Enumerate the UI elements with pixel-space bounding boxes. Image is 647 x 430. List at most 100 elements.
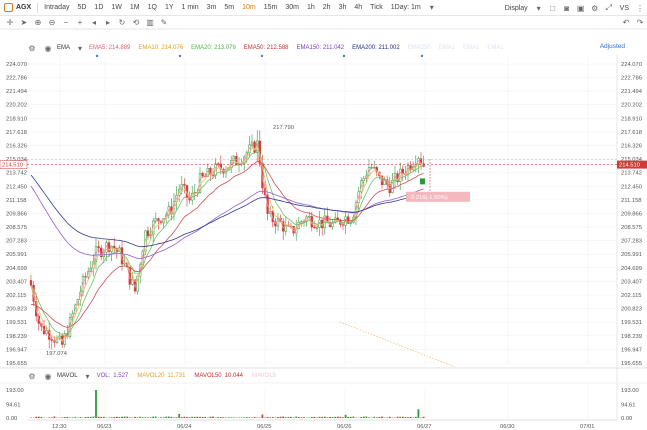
time-tick: 06/23 bbox=[97, 424, 112, 430]
volume-bar bbox=[261, 414, 264, 418]
volume-bar bbox=[113, 417, 116, 418]
volume-bar bbox=[74, 417, 77, 418]
candle bbox=[201, 173, 204, 177]
volume-bar bbox=[89, 416, 92, 418]
volume-bar bbox=[253, 416, 256, 418]
price-tick-right: 195.655 bbox=[621, 361, 642, 367]
volume-bar bbox=[48, 417, 51, 418]
volume-bar bbox=[201, 416, 204, 418]
volume-bar bbox=[115, 416, 118, 418]
candles bbox=[29, 130, 425, 350]
volume-bar bbox=[87, 416, 90, 418]
volume-bar bbox=[175, 417, 178, 418]
volume-bar bbox=[284, 417, 287, 418]
volume-bar bbox=[362, 416, 365, 418]
volume-bar bbox=[84, 417, 87, 418]
volume-bar bbox=[79, 417, 82, 418]
time-tick: 06/27 bbox=[417, 424, 432, 430]
time-tick: 12:30 bbox=[52, 424, 67, 430]
candle bbox=[276, 217, 280, 227]
volume-bar bbox=[422, 416, 425, 418]
volume-bar bbox=[282, 416, 285, 418]
volume-bar bbox=[386, 417, 389, 418]
candle bbox=[183, 184, 186, 186]
price-tick-left: 211.158 bbox=[6, 198, 27, 204]
price-tick-right: 208.575 bbox=[621, 225, 642, 231]
volume-bar bbox=[323, 416, 326, 418]
price-tick-right: 212.450 bbox=[621, 184, 642, 190]
volume-bar bbox=[368, 417, 370, 418]
volume-bar bbox=[399, 416, 402, 418]
price-tick-left: 203.407 bbox=[6, 279, 27, 285]
volume-bar bbox=[396, 416, 399, 418]
price-tick-left: 195.655 bbox=[6, 361, 27, 367]
volume-bar bbox=[266, 417, 269, 418]
volume-bar bbox=[191, 416, 194, 418]
volume-bar bbox=[409, 416, 412, 418]
low-label: 197.074 bbox=[46, 351, 68, 357]
session-marker bbox=[420, 54, 424, 58]
price-tick-left: 212.450 bbox=[6, 184, 27, 190]
price-tick-left: 218.910 bbox=[6, 116, 27, 122]
volume-bar bbox=[373, 416, 376, 418]
volume-bar bbox=[287, 417, 290, 418]
ema-line-5 bbox=[30, 142, 424, 344]
volume-bar bbox=[321, 416, 324, 418]
candle bbox=[29, 280, 33, 286]
volume-bar bbox=[227, 417, 230, 418]
price-tick-left: 207.283 bbox=[6, 239, 27, 245]
volume-bar bbox=[149, 417, 152, 418]
volume-tick-left: 193.00 bbox=[6, 388, 24, 394]
volume-bar bbox=[414, 416, 417, 418]
price-tick-left: 224.070 bbox=[6, 62, 27, 68]
high-label: 217.790 bbox=[273, 125, 294, 131]
price-chart[interactable]: 224.070 224.070 222.786 222.786 221.494 221.4… bbox=[0, 0, 647, 430]
price-tick-right: 198.239 bbox=[621, 334, 642, 340]
time-tick: 07/01 bbox=[580, 424, 595, 430]
price-tick-right: 220.202 bbox=[621, 103, 642, 109]
volume-bar bbox=[212, 416, 214, 418]
volume-bar bbox=[162, 417, 165, 418]
volume-bar bbox=[37, 416, 40, 418]
price-tick-right: 200.823 bbox=[621, 307, 642, 313]
volume-bar bbox=[136, 417, 139, 418]
candle bbox=[217, 163, 220, 165]
volume-bar bbox=[219, 417, 222, 418]
volume-bar bbox=[53, 416, 56, 418]
price-tick-left: 213.742 bbox=[6, 171, 27, 177]
volume-bar bbox=[126, 416, 129, 418]
volume-bar bbox=[407, 417, 409, 418]
volume-bar bbox=[204, 417, 207, 418]
volume-bar bbox=[360, 416, 363, 418]
price-tick-right: 196.947 bbox=[621, 347, 642, 353]
measure-handle bbox=[420, 178, 425, 185]
volume-bar bbox=[121, 416, 123, 418]
price-tick-left: 202.115 bbox=[6, 293, 27, 299]
volume-bar bbox=[50, 417, 53, 418]
time-tick: 06/26 bbox=[337, 424, 352, 430]
price-tick-right: 202.115 bbox=[621, 293, 642, 299]
volume-bar bbox=[222, 417, 225, 418]
volume-bar bbox=[199, 416, 201, 418]
volume-tick-left: 94.61 bbox=[6, 402, 21, 408]
volume-bar bbox=[277, 417, 279, 418]
change-label: -3.216(-1.50%) bbox=[409, 195, 448, 201]
price-tick-right: 218.910 bbox=[621, 116, 642, 122]
volume-bar bbox=[269, 417, 272, 418]
time-tick: 06/30 bbox=[500, 424, 515, 430]
volume-bar bbox=[141, 417, 144, 418]
volume-bar bbox=[170, 416, 173, 418]
volume-tick-right: 193.00 bbox=[621, 388, 639, 394]
volume-bar bbox=[147, 417, 149, 418]
price-tick-left: 205.991 bbox=[6, 252, 27, 258]
volume-bar bbox=[365, 416, 368, 418]
volume-bar bbox=[167, 416, 170, 418]
volume-bar bbox=[378, 416, 381, 418]
price-tick-right: 204.699 bbox=[621, 266, 642, 272]
price-tick-left: 217.618 bbox=[6, 130, 27, 136]
volume-bar bbox=[102, 416, 105, 418]
candle bbox=[97, 246, 100, 249]
volume-bar bbox=[165, 416, 168, 418]
volume-bar bbox=[290, 416, 292, 418]
price-tick-right: 211.158 bbox=[621, 198, 642, 204]
